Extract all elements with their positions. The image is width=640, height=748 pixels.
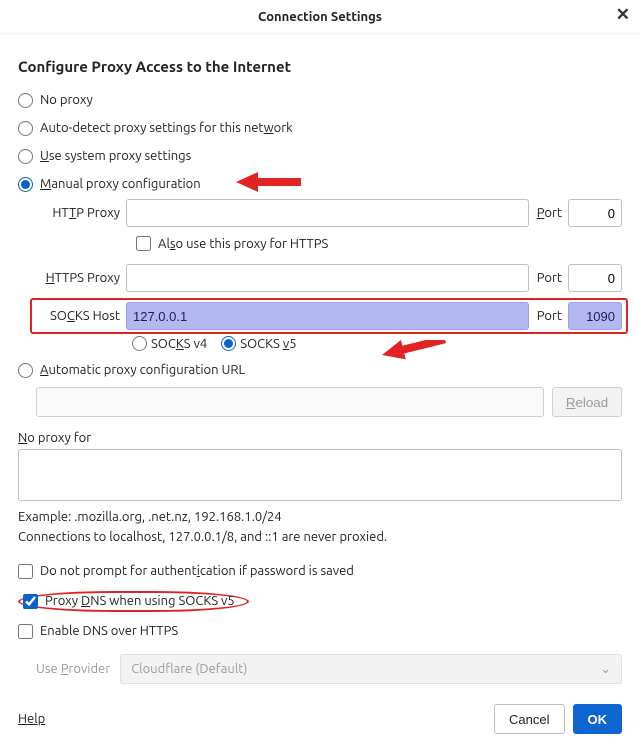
socks-host-label: SOCKS Host: [36, 309, 126, 323]
https-proxy-label: HTTPS Proxy: [36, 271, 126, 285]
check-no-auth-prompt-input[interactable]: [18, 564, 33, 579]
https-proxy-row: HTTPS Proxy Port: [36, 264, 622, 292]
radio-manual[interactable]: Manual proxy configuration: [18, 171, 622, 197]
radio-auto-url[interactable]: Automatic proxy configuration URL: [18, 357, 622, 383]
no-proxy-example: Example: .mozilla.org, .net.nz, 192.168.…: [18, 510, 622, 524]
radio-socks-v5-label: SOCKS v5: [240, 337, 296, 351]
no-proxy-for-input[interactable]: [18, 449, 622, 501]
check-dns-over-https[interactable]: Enable DNS over HTTPS: [18, 618, 622, 644]
http-port-label: Port: [537, 206, 562, 220]
annotation-arrow-icon: [236, 167, 306, 197]
radio-socks-v5-input[interactable]: [221, 336, 236, 351]
socks-host-input[interactable]: [126, 302, 529, 330]
annotation-oval: Proxy DNS when using SOCKS v5: [18, 591, 249, 612]
dns-provider-label: Use Provider: [36, 662, 110, 676]
radio-auto-detect-label: Auto-detect proxy settings for this netw…: [40, 121, 293, 135]
dns-provider-select: Cloudflare (Default) ⌄: [120, 654, 622, 684]
dialog-titlebar: Connection Settings ✕: [0, 0, 640, 34]
check-dns-over-https-label: Enable DNS over HTTPS: [40, 624, 178, 638]
radio-no-proxy-input[interactable]: [18, 93, 33, 108]
socks-port-input[interactable]: [568, 302, 622, 330]
https-proxy-host-input[interactable]: [126, 264, 529, 292]
close-icon[interactable]: ✕: [616, 6, 630, 23]
also-https-label: Also use this proxy for HTTPS: [158, 237, 328, 251]
radio-socks-v5[interactable]: SOCKS v5: [221, 336, 296, 351]
http-proxy-host-input[interactable]: [126, 199, 529, 227]
radio-socks-v4-input[interactable]: [132, 336, 147, 351]
dns-provider-value: Cloudflare (Default): [131, 662, 247, 676]
also-https-checkbox[interactable]: [136, 236, 151, 251]
radio-socks-v4-label: SOCKS v4: [151, 337, 207, 351]
cancel-button[interactable]: Cancel: [494, 704, 564, 734]
http-proxy-row: HTTP Proxy Port: [36, 199, 622, 227]
chevron-down-icon: ⌄: [600, 662, 611, 677]
check-no-auth-prompt[interactable]: Do not prompt for authentication if pass…: [18, 558, 622, 584]
dialog-footer: Help Cancel OK: [18, 704, 622, 734]
socks-host-row: SOCKS Host Port: [36, 302, 622, 330]
auto-url-input: [36, 387, 544, 417]
radio-manual-label: Manual proxy configuration: [40, 177, 201, 191]
check-proxy-dns-input[interactable]: [23, 594, 38, 609]
no-proxy-for-label: No proxy for: [18, 431, 622, 445]
https-proxy-port-input[interactable]: [568, 264, 622, 292]
radio-no-proxy[interactable]: No proxy: [18, 87, 622, 113]
also-https-row[interactable]: Also use this proxy for HTTPS: [132, 233, 622, 254]
dialog-title: Connection Settings: [258, 10, 382, 24]
socks-highlight-box: SOCKS Host Port: [30, 298, 628, 334]
radio-use-system-label: Use system proxy settings: [40, 149, 191, 163]
check-proxy-dns[interactable]: Proxy DNS when using SOCKS v5: [18, 588, 622, 614]
section-heading: Configure Proxy Access to the Internet: [18, 58, 622, 75]
check-dns-over-https-input[interactable]: [18, 624, 33, 639]
radio-manual-input[interactable]: [18, 177, 33, 192]
reload-button: Reload: [552, 387, 622, 417]
dns-provider-row: Use Provider Cloudflare (Default) ⌄: [36, 654, 622, 684]
help-link[interactable]: Help: [18, 712, 45, 726]
radio-no-proxy-label: No proxy: [40, 93, 93, 107]
radio-auto-url-label: Automatic proxy configuration URL: [40, 363, 245, 377]
radio-socks-v4[interactable]: SOCKS v4: [132, 336, 207, 351]
check-proxy-dns-label: Proxy DNS when using SOCKS v5: [45, 594, 235, 608]
footer-actions: Cancel OK: [494, 704, 622, 734]
auto-url-row: Reload: [36, 387, 622, 417]
radio-auto-url-input[interactable]: [18, 363, 33, 378]
http-proxy-port-input[interactable]: [568, 199, 622, 227]
manual-proxy-group: HTTP Proxy Port Also use this proxy for …: [36, 199, 622, 351]
http-proxy-label: HTTP Proxy: [36, 206, 126, 220]
dialog-content: Configure Proxy Access to the Internet N…: [0, 34, 640, 748]
no-proxy-note: Connections to localhost, 127.0.0.1/8, a…: [18, 530, 622, 544]
ok-button[interactable]: OK: [573, 704, 623, 734]
socks-port-label: Port: [537, 309, 562, 323]
radio-use-system-input[interactable]: [18, 149, 33, 164]
radio-use-system[interactable]: Use system proxy settings: [18, 143, 622, 169]
socks-version-row: SOCKS v4 SOCKS v5: [132, 336, 622, 351]
radio-auto-detect[interactable]: Auto-detect proxy settings for this netw…: [18, 115, 622, 141]
check-no-auth-prompt-label: Do not prompt for authentication if pass…: [40, 564, 354, 578]
radio-auto-detect-input[interactable]: [18, 121, 33, 136]
https-port-label: Port: [537, 271, 562, 285]
options-checklist: Do not prompt for authentication if pass…: [18, 558, 622, 644]
